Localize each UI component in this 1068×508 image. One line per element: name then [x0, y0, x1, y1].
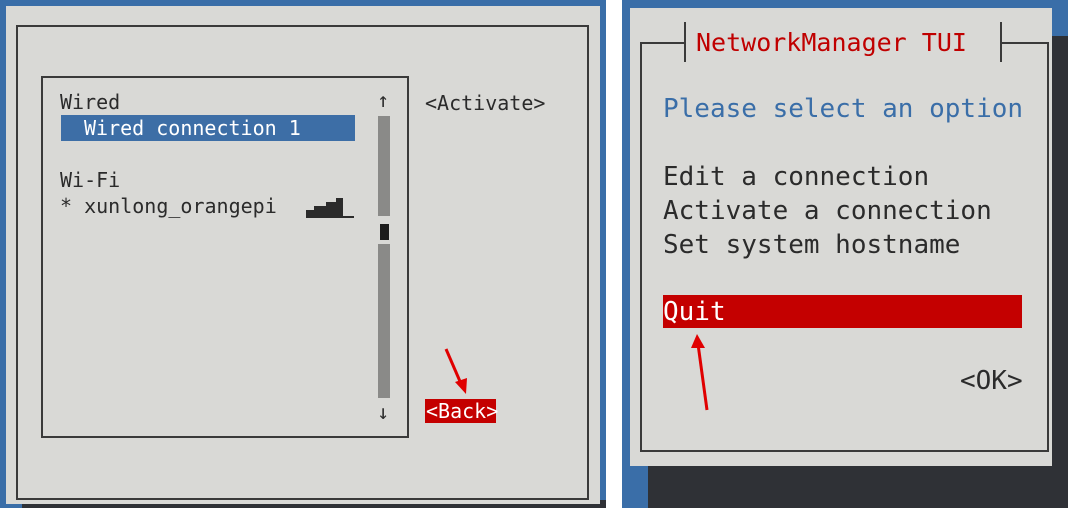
dialog-shadow	[648, 466, 1068, 508]
divider	[606, 0, 622, 508]
group-header-wifi: Wi-Fi	[60, 168, 121, 192]
ok-button[interactable]: <OK>	[960, 368, 1023, 394]
right-screenshot: NetworkManager TUI Please select an opti…	[622, 0, 1068, 508]
list-item-wired-connection-1[interactable]: Wired connection 1	[61, 115, 355, 141]
activate-button[interactable]: <Activate>	[425, 93, 545, 113]
scrollbar-track-upper	[378, 116, 390, 216]
menu-item-edit-connection[interactable]: Edit a connection	[663, 164, 929, 190]
main-menu-dialog: NetworkManager TUI Please select an opti…	[630, 8, 1052, 466]
scroll-up-arrow-icon[interactable]: ↑	[377, 90, 389, 110]
annotation-arrow	[691, 334, 709, 411]
list-item-label: Wired connection 1	[84, 116, 301, 140]
title-bar: NetworkManager TUI	[684, 22, 1002, 62]
scrollbar[interactable]: ↑ ↓	[377, 90, 393, 422]
dialog-title: NetworkManager TUI	[696, 28, 967, 57]
wifi-signal-icon	[306, 198, 356, 220]
menu-item-quit-label: Quit	[663, 297, 726, 327]
scrollbar-track-lower	[378, 244, 390, 398]
connections-dialog: Wired Wired connection 1 Wi-Fi * xunlong…	[6, 6, 600, 504]
back-button-label: <Back>	[426, 399, 499, 423]
left-screenshot: Wired Wired connection 1 Wi-Fi * xunlong…	[0, 0, 606, 508]
menu-item-activate-connection[interactable]: Activate a connection	[663, 198, 992, 224]
menu-item-set-hostname[interactable]: Set system hostname	[663, 232, 960, 258]
list-item-xunlong-orangepi[interactable]: * xunlong_orangepi	[60, 196, 277, 216]
annotation-arrow	[444, 348, 467, 394]
scrollbar-thumb[interactable]	[380, 224, 389, 240]
back-button[interactable]: <Back>	[425, 399, 499, 423]
group-header-wired: Wired	[60, 90, 121, 114]
scroll-down-arrow-icon[interactable]: ↓	[377, 402, 389, 422]
title-bar-right-edge	[1000, 22, 1002, 62]
menu-item-quit[interactable]: Quit	[663, 295, 1022, 328]
title-bar-left-edge	[684, 22, 686, 62]
prompt-text: Please select an option	[663, 94, 1024, 124]
dialog-shadow-side	[1052, 36, 1068, 508]
